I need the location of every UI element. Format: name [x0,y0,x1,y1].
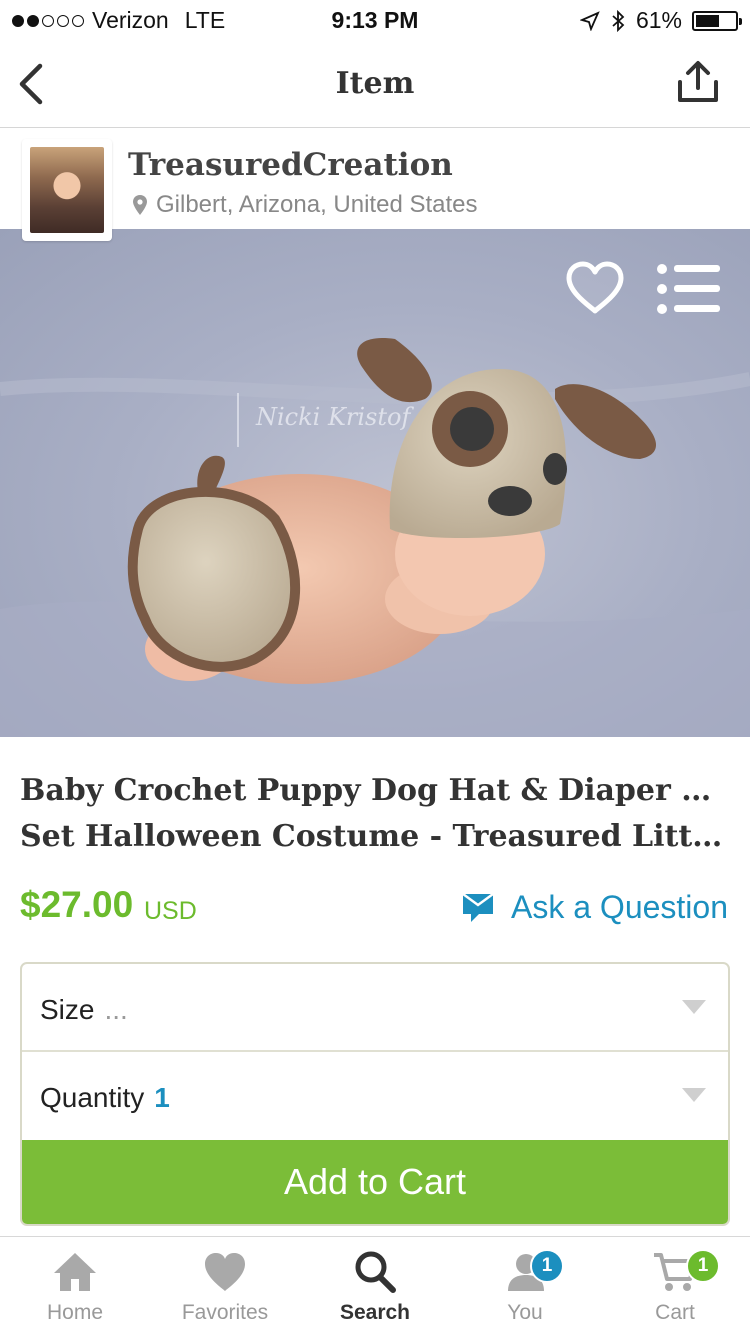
size-select[interactable]: Size... [22,964,728,1052]
tab-home-label: Home [46,1301,104,1324]
favorite-button[interactable] [564,259,626,317]
tab-home[interactable]: Home [0,1237,150,1334]
location-pin-icon [133,195,147,215]
quantity-value: 1 [154,1082,170,1113]
chevron-down-icon [682,1000,706,1014]
cart-badge: 1 [686,1249,720,1283]
quantity-label: Quantity [40,1082,145,1113]
item-title-line-2: Set Halloween Costume - Treasured Little… [20,819,730,854]
item-title: Baby Crochet Puppy Dog Hat & Diaper Cove… [20,768,730,860]
status-right: 61% [579,7,742,34]
purchase-options: Size... Quantity 1 Add to Cart [20,962,730,1226]
list-icon [657,264,720,314]
quantity-select[interactable]: Quantity 1 [22,1052,728,1140]
size-label: Size [40,994,95,1025]
battery-icon [692,10,742,31]
item-title-line-1: Baby Crochet Puppy Dog Hat & Diaper Cove… [20,773,730,808]
tab-cart[interactable]: 1 Cart [600,1237,750,1334]
heart-icon [205,1253,245,1291]
search-icon [355,1251,396,1293]
product-image: Nicki Kristof [0,338,750,737]
share-button[interactable] [676,58,720,106]
location-arrow-icon [579,10,600,31]
ask-question-button[interactable]: Ask a Question [461,889,728,926]
shop-header[interactable]: TreasuredCreation Gilbert, Arizona, Unit… [0,129,750,241]
bluetooth-icon [612,9,625,32]
size-field: Size... [40,994,128,1026]
tab-search-label: Search [339,1301,411,1324]
item-price: $27.00 [20,884,134,925]
add-to-cart-button[interactable]: Add to Cart [22,1140,728,1224]
add-to-list-button[interactable] [656,263,722,315]
tab-you[interactable]: 1 You [450,1237,600,1334]
quantity-field: Quantity 1 [40,1082,170,1114]
nav-bar: Item [0,40,750,128]
you-badge: 1 [530,1249,564,1283]
message-icon [462,892,494,922]
tab-favorites-label: Favorites [181,1301,269,1324]
item-currency: USD [144,897,197,925]
tab-bar: Home Favorites Search 1 You 1 Cart [0,1236,750,1334]
heart-outline-icon [566,261,624,314]
ask-question-label: Ask a Question [511,889,728,925]
battery-percent: 61% [635,7,682,33]
tab-search[interactable]: Search [300,1237,450,1334]
shop-avatar[interactable] [22,139,112,241]
photo-watermark: Nicki Kristof [255,403,414,431]
size-value: ... [104,994,128,1025]
product-photo[interactable]: Nicki Kristof [0,229,750,737]
page-title: Item [335,66,415,101]
tab-you-label: You [507,1301,543,1324]
status-bar: Verizon LTE 9:13 PM 61% [0,0,750,40]
shop-name[interactable]: TreasuredCreation [128,147,453,183]
share-icon [678,61,718,102]
shop-location-text: Gilbert, Arizona, United States [156,191,478,218]
tab-cart-label: Cart [655,1301,695,1324]
shop-location: Gilbert, Arizona, United States [132,191,478,219]
tab-favorites[interactable]: Favorites [150,1237,300,1334]
home-icon [54,1253,96,1291]
chevron-down-icon [682,1088,706,1102]
